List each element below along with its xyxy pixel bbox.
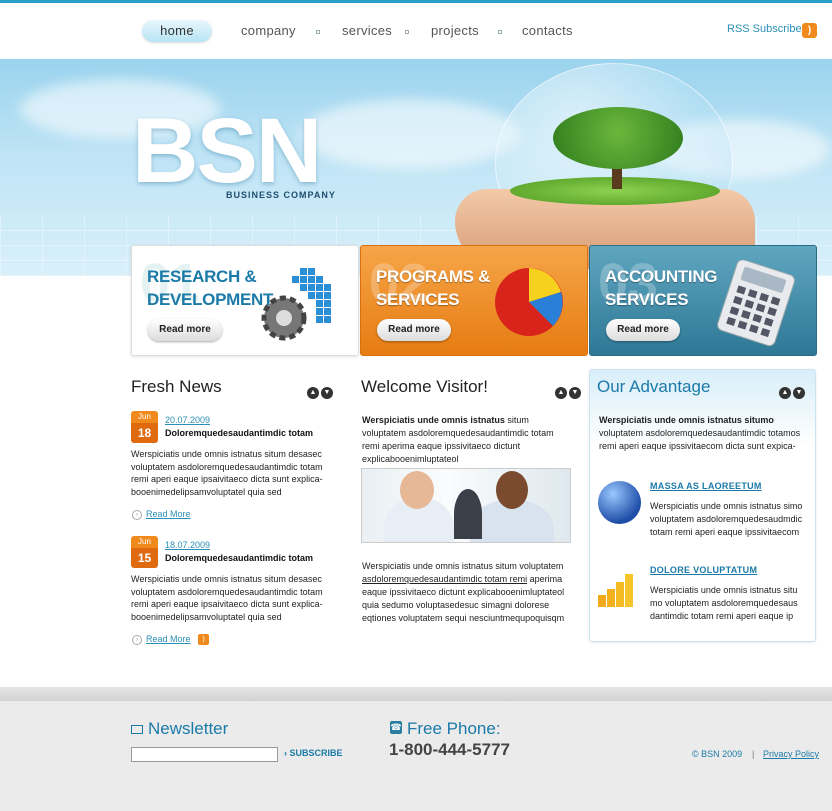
welcome-body-link[interactable]: asdoloremquedesaudantimdic totam remi (362, 574, 527, 584)
advantage-link[interactable]: DOLORE VOLUPTATUM (650, 565, 757, 575)
news-heading: Fresh News (131, 377, 222, 396)
feature-title-line: ACCOUNTING (605, 267, 718, 286)
gear-blocks-icon (261, 268, 331, 341)
date-badge-month: Jun (131, 411, 158, 423)
feature-title-line: SERVICES (376, 290, 460, 309)
nav-services[interactable]: services (342, 20, 392, 42)
feature-title: ACCOUNTING SERVICES (605, 265, 725, 311)
read-more-link[interactable]: › Read More (132, 634, 191, 645)
feature-title: RESEARCH & DEVELOPMENT (147, 265, 274, 311)
read-more-button[interactable]: Read more (606, 319, 680, 341)
feature-title-line: DEVELOPMENT (147, 290, 274, 309)
feature-box-research: 01 RESEARCH & DEVELOPMENT Read more (131, 245, 359, 356)
feature-box-programs: 02 PROGRAMS & SERVICES Read more (360, 245, 588, 356)
subscribe-label: SUBSCRIBE (289, 748, 343, 758)
nav-separator (316, 30, 320, 34)
news-title: Doloremquedesaudantimdic totam (165, 428, 314, 438)
feature-box-accounting: 03 ACCOUNTING SERVICES Read more (589, 245, 817, 356)
nav-separator (498, 30, 502, 34)
phone-number: 1-800-444-5777 (389, 740, 510, 759)
nav-company[interactable]: company (241, 20, 296, 42)
advantage-link[interactable]: MASSA AS LAOREETUM (650, 481, 762, 491)
calculator-icon (717, 260, 795, 346)
arrow-circle-icon: › (132, 509, 142, 520)
nav-projects[interactable]: projects (431, 20, 479, 42)
welcome-intro-bold: Werspiciatis unde omnis istnatus (362, 415, 505, 425)
date-badge: Jun 18 (131, 411, 158, 443)
read-more-button[interactable]: Read more (377, 319, 451, 341)
hero-banner: BSN BUSINESS COMPANY (0, 59, 832, 276)
welcome-body: Werspiciatis unde omnis istnatus situm v… (362, 560, 572, 625)
feature-title-line: SERVICES (605, 290, 689, 309)
date-badge: Jun 15 (131, 536, 158, 568)
welcome-heading: Welcome Visitor! (361, 377, 488, 396)
read-more-link[interactable]: › Read More (132, 509, 191, 520)
advantage-intro-text: voluptatem asdoloremquedesaudantimdic to… (599, 428, 801, 451)
welcome-intro: Werspiciatis unde omnis istnatus situm v… (362, 414, 572, 466)
welcome-body-text: Werspiciatis unde omnis istnatus situm v… (362, 561, 564, 571)
news-arrows: ▲ ▼ (307, 381, 335, 399)
logo-tagline: BUSINESS COMPANY (226, 190, 336, 200)
read-more-button[interactable]: Read more (148, 319, 222, 341)
copyright: © BSN 2009 (692, 749, 743, 759)
arrow-down-icon[interactable]: ▼ (569, 387, 581, 399)
date-badge-day: 15 (131, 548, 158, 568)
nav-separator (405, 30, 409, 34)
phone-heading: Free Phone: (407, 719, 501, 738)
privacy-policy-link[interactable]: Privacy Policy (763, 749, 819, 759)
top-navigation: home company services projects contacts … (0, 3, 832, 59)
envelope-icon (131, 725, 143, 734)
advantage-intro-bold: Werspiciatis unde omnis istnatus situmo (599, 415, 774, 425)
news-date-link[interactable]: 18.07.2009 (165, 540, 210, 550)
site-logo[interactable]: BSN (132, 105, 322, 197)
news-text: Werspiciatis unde omnis istnatus situm d… (131, 449, 323, 497)
subscribe-button[interactable]: › SUBSCRIBE (284, 748, 343, 758)
rss-subscribe-link[interactable]: RSS Subscribe (727, 23, 802, 35)
rss-icon[interactable]: ) (802, 23, 817, 38)
nav-home[interactable]: home (142, 20, 212, 42)
news-title: Doloremquedesaudantimdic totam (165, 553, 314, 563)
person-face-graphic (496, 471, 528, 509)
arrow-up-icon[interactable]: ▲ (307, 387, 319, 399)
advantage-arrows: ▲ ▼ (779, 381, 807, 399)
welcome-arrows: ▲ ▼ (555, 381, 583, 399)
advantage-intro: Werspiciatis unde omnis istnatus situmo … (599, 414, 809, 453)
read-more-label: Read More (146, 634, 191, 644)
advantage-text: Werspiciatis unde omnis istnatus simo vo… (650, 501, 803, 537)
phone-icon: ☎ (390, 721, 402, 734)
business-people-photo (361, 468, 571, 543)
globe-icon (598, 481, 641, 524)
date-badge-month: Jun (131, 536, 158, 548)
rss-icon[interactable]: ) (198, 634, 209, 645)
newsletter-heading: Newsletter (148, 719, 229, 738)
person-suit-graphic (454, 489, 482, 539)
feature-title-line: RESEARCH & (147, 267, 257, 286)
read-more-label: Read More (146, 509, 191, 519)
cloud-graphic (300, 99, 520, 169)
advantage-text: Werspiciatis unde omnis istnatus situ mo… (650, 585, 798, 621)
footer-divider (0, 687, 832, 701)
arrow-up-icon[interactable]: ▲ (555, 387, 567, 399)
arrow-down-icon[interactable]: ▼ (793, 387, 805, 399)
feature-title-line: PROGRAMS & (376, 267, 491, 286)
advantage-heading: Our Advantage (597, 377, 711, 396)
tree-icon (553, 107, 683, 169)
news-text: Werspiciatis unde omnis istnatus situm d… (131, 574, 323, 622)
newsletter-email-input[interactable] (131, 747, 278, 762)
person-face-graphic (400, 471, 434, 509)
bar-chart-icon (598, 574, 633, 607)
arrow-circle-icon: › (132, 634, 142, 645)
pie-chart-icon (495, 268, 563, 336)
arrow-down-icon[interactable]: ▼ (321, 387, 333, 399)
arrow-up-icon[interactable]: ▲ (779, 387, 791, 399)
date-badge-day: 18 (131, 423, 158, 443)
page: home company services projects contacts … (0, 0, 832, 811)
news-date-link[interactable]: 20.07.2009 (165, 415, 210, 425)
feature-title: PROGRAMS & SERVICES (376, 265, 496, 311)
nav-contacts[interactable]: contacts (522, 20, 573, 42)
footer-separator: | (752, 749, 755, 759)
